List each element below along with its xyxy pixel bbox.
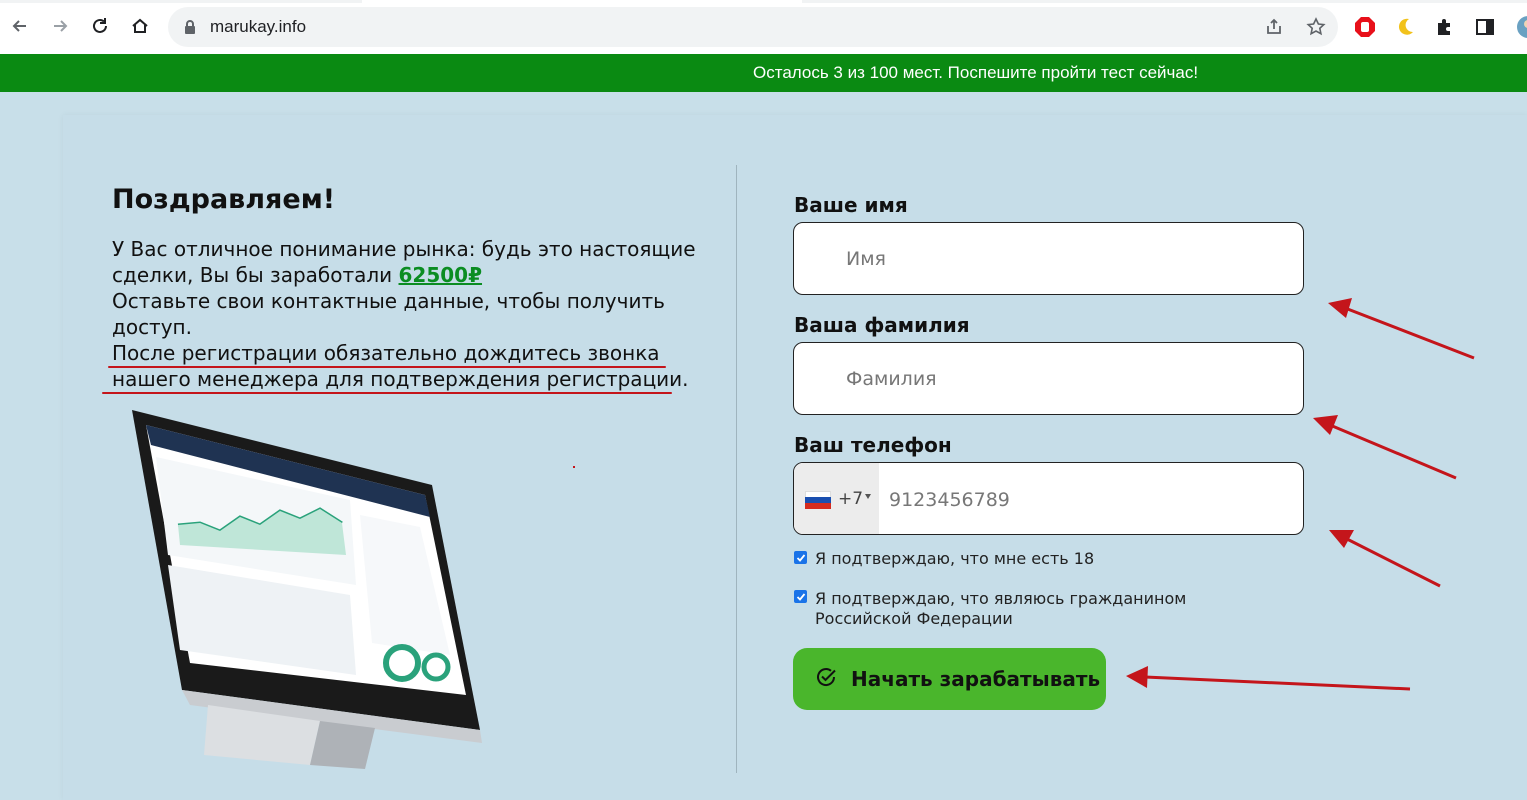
name-label: Ваше имя xyxy=(794,193,908,217)
age-checkbox[interactable] xyxy=(794,551,807,564)
back-arrow-icon[interactable] xyxy=(6,12,34,40)
phone-label: Ваш телефон xyxy=(794,433,952,457)
adblock-icon[interactable] xyxy=(1353,15,1377,39)
column-divider xyxy=(736,165,737,773)
phone-input[interactable] xyxy=(887,488,1311,512)
country-code-selector[interactable]: +7 xyxy=(794,463,879,534)
surname-field-box[interactable] xyxy=(793,342,1304,415)
star-icon[interactable] xyxy=(1306,17,1326,37)
forward-arrow-icon[interactable] xyxy=(46,12,74,40)
citizen-checkbox-text: Я подтверждаю, что являюсь гражданином Р… xyxy=(815,589,1187,628)
name-input[interactable] xyxy=(844,247,1268,271)
address-bar[interactable]: marukay.info xyxy=(168,7,1338,47)
browser-toolbar: marukay.info xyxy=(0,0,1527,54)
result-description: У Вас отличное понимание рынка: будь это… xyxy=(112,236,732,392)
tab-strip xyxy=(0,0,1527,3)
home-icon[interactable] xyxy=(126,12,154,40)
moon-icon[interactable] xyxy=(1393,15,1417,39)
promo-banner: Осталось 3 из 100 мест. Поспешите пройти… xyxy=(0,54,1527,92)
page-title: Поздравляем! xyxy=(112,184,336,215)
lock-icon[interactable] xyxy=(180,17,200,37)
phone-field-box[interactable]: +7 xyxy=(793,462,1311,535)
url-text[interactable]: marukay.info xyxy=(210,17,306,37)
age-checkbox-label[interactable]: Я подтверждаю, что мне есть 18 xyxy=(815,549,1094,569)
share-icon[interactable] xyxy=(1264,17,1284,37)
start-earning-button[interactable]: Начать зарабатывать xyxy=(793,648,1106,710)
puzzle-icon[interactable] xyxy=(1433,15,1457,39)
sidebar-icon[interactable] xyxy=(1473,15,1497,39)
instruction-text: Оставьте свои контактные данные, чтобы п… xyxy=(112,289,665,339)
russia-flag-icon xyxy=(805,491,831,509)
earned-amount: 62500₽ xyxy=(398,263,483,287)
banner-text: Осталось 3 из 100 мест. Поспешите пройти… xyxy=(753,63,1199,82)
citizen-checkbox[interactable] xyxy=(794,590,807,603)
start-earning-label: Начать зарабатывать xyxy=(851,667,1101,691)
surname-label: Ваша фамилия xyxy=(794,313,970,337)
check-circle-icon xyxy=(817,668,836,686)
monitor-illustration xyxy=(132,410,482,769)
annotation-underline-2 xyxy=(102,392,672,394)
annotation-underline-1 xyxy=(108,366,666,368)
chevron-down-icon xyxy=(865,494,871,499)
stray-dot xyxy=(573,466,575,468)
surname-input[interactable] xyxy=(844,367,1268,391)
reload-icon[interactable] xyxy=(86,12,114,40)
profile-avatar[interactable] xyxy=(1512,15,1527,39)
name-field-box[interactable] xyxy=(793,222,1304,295)
citizen-checkbox-label[interactable]: Я подтверждаю, что являюсь гражданином Р… xyxy=(815,589,1195,629)
country-code: +7 xyxy=(838,489,864,509)
